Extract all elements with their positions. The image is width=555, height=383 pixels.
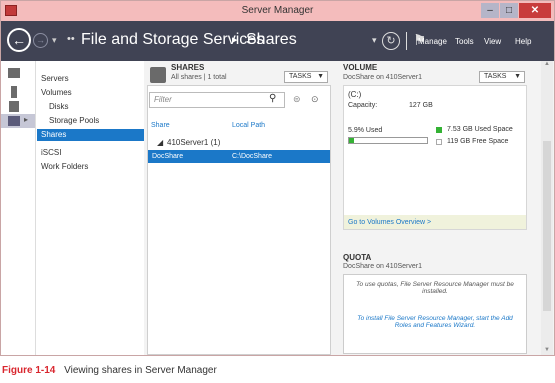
collapse-group-icon[interactable]: ◢	[157, 138, 163, 147]
used-percentage: 5.9% Used	[348, 127, 383, 134]
breadcrumb-separator-icon: ▸	[232, 34, 238, 46]
nav-item-disks[interactable]: Disks	[49, 101, 141, 113]
maximize-button[interactable]: □	[500, 3, 518, 18]
expand-caret-icon[interactable]: ▸	[24, 115, 28, 124]
free-space-swatch	[436, 139, 442, 145]
vertical-scrollbar[interactable]: ▲ ▼	[541, 61, 553, 355]
local-server-icon[interactable]	[11, 86, 17, 98]
tasks-dropdown-icon: ▼	[514, 73, 521, 80]
window-title: Server Manager	[241, 5, 314, 16]
search-icon[interactable]: ⚲	[269, 93, 276, 104]
server-manager-window: Server Manager – □ ✕ ← → ▾ •• File and S…	[0, 0, 555, 356]
used-space-legend: 7.53 GB Used Space	[447, 126, 513, 133]
expand-filter-icon[interactable]: ⊙	[311, 94, 319, 105]
volume-drive-label: (C:)	[348, 90, 362, 99]
menu-manage[interactable]: Manage	[418, 37, 447, 46]
used-space-swatch	[436, 127, 442, 133]
nav-item-shares[interactable]: Shares	[37, 129, 144, 141]
share-name-cell: DocShare	[152, 153, 184, 160]
refresh-dropdown-icon[interactable]: ▾	[372, 35, 377, 46]
tasks-label: TASKS	[484, 73, 507, 80]
volume-tasks-button[interactable]: TASKS ▼	[479, 71, 525, 83]
forward-button[interactable]: →	[33, 33, 48, 48]
quota-requirement-message: To use quotas, File Server Resource Mana…	[356, 281, 514, 295]
history-dropdown-icon[interactable]: ▾	[52, 35, 57, 46]
volume-subtitle: DocShare on 410Server1	[343, 74, 422, 81]
volumes-overview-link[interactable]: Go to Volumes Overview >	[348, 219, 431, 226]
nav-item-volumes[interactable]: Volumes	[41, 87, 141, 99]
scrollbar-thumb[interactable]	[543, 141, 551, 311]
breadcrumb-overflow[interactable]: ••	[67, 33, 75, 45]
tasks-label: TASKS	[289, 73, 312, 80]
header-bar: ← → ▾ •• File and Storage Services ▸ Sha…	[1, 21, 554, 61]
shares-subtitle: All shares | 1 total	[171, 74, 227, 81]
nav-item-work-folders[interactable]: Work Folders	[41, 161, 141, 173]
quota-title: QUOTA	[343, 253, 372, 262]
minimize-button[interactable]: –	[481, 3, 499, 18]
shares-tasks-button[interactable]: TASKS ▼	[284, 71, 328, 83]
scroll-up-icon[interactable]: ▲	[544, 61, 550, 67]
close-button[interactable]: ✕	[519, 3, 551, 18]
column-header-local-path[interactable]: Local Path	[232, 122, 265, 129]
nav-item-servers[interactable]: Servers	[41, 73, 141, 85]
local-path-cell: C:\DocShare	[232, 153, 273, 160]
shares-tile-icon	[150, 67, 166, 83]
caption-text: Viewing shares in Server Manager	[64, 365, 217, 376]
figure-caption: Figure 1-14 Viewing shares in Server Man…	[2, 365, 217, 376]
dashboard-icon[interactable]	[8, 68, 20, 78]
tasks-dropdown-icon: ▼	[317, 73, 324, 80]
install-fsrm-link[interactable]: To install File Server Resource Manager,…	[353, 315, 517, 329]
volume-title: VOLUME	[343, 63, 378, 72]
menu-help[interactable]: Help	[515, 37, 531, 46]
table-row[interactable]: DocShare C:\DocShare	[148, 150, 330, 163]
free-space-legend: 119 GB Free Space	[447, 138, 509, 145]
file-storage-icon[interactable]	[8, 116, 20, 126]
usage-bar	[348, 137, 428, 144]
menu-view[interactable]: View	[484, 37, 501, 46]
back-button[interactable]: ←	[7, 28, 31, 52]
menu-tools[interactable]: Tools	[455, 37, 474, 46]
column-header-share[interactable]: Share	[151, 122, 170, 129]
refresh-icon[interactable]: ↻	[382, 32, 400, 50]
figure-number: Figure 1-14	[2, 365, 56, 376]
breadcrumb-shares[interactable]: Shares	[246, 31, 297, 49]
title-bar[interactable]: Server Manager – □ ✕	[1, 1, 554, 21]
all-servers-icon[interactable]	[9, 101, 19, 112]
nav-item-storage-pools[interactable]: Storage Pools	[49, 115, 141, 127]
quota-subtitle: DocShare on 410Server1	[343, 263, 422, 270]
filter-options-icon[interactable]: ⊜	[293, 94, 301, 105]
nav-item-iscsi[interactable]: iSCSI	[41, 147, 141, 159]
capacity-label: Capacity:	[348, 102, 378, 109]
server-group-label[interactable]: 410Server1 (1)	[167, 138, 220, 147]
shares-filter-input[interactable]: Filter	[149, 92, 285, 108]
divider	[406, 32, 407, 50]
usage-bar-fill	[349, 138, 354, 143]
scroll-down-icon[interactable]: ▼	[544, 347, 550, 353]
capacity-value: 127 GB	[409, 102, 433, 109]
shares-title: SHARES	[171, 63, 205, 72]
